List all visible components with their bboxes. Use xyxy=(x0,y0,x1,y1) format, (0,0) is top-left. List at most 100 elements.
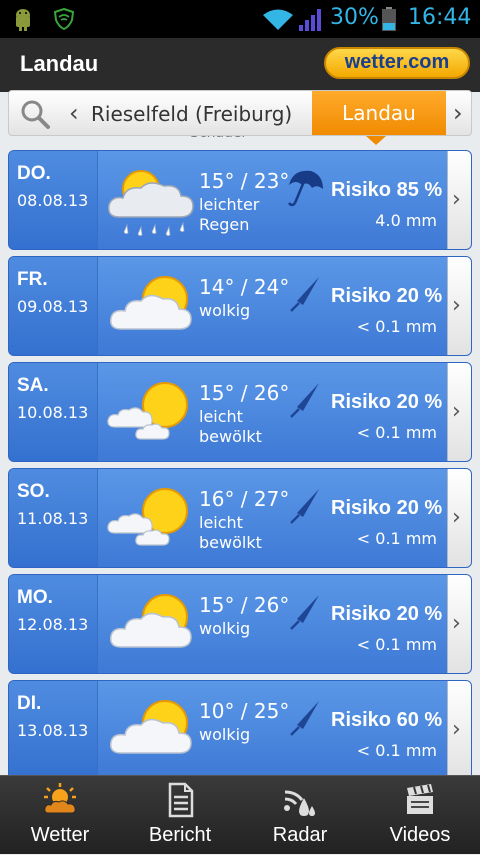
date-column: DI. 13.08.13 xyxy=(9,681,98,775)
precipitation-amount: < 0.1 mm xyxy=(356,635,437,654)
nav-bericht[interactable]: Bericht xyxy=(120,776,240,855)
forecast-day-card[interactable]: SA. 10.08.13 15° / 26° leicht bewölkt Risiko… xyxy=(8,362,472,462)
condition-text: wolkig xyxy=(199,619,251,638)
temperature-range: 16° / 27° xyxy=(199,487,290,511)
nav-label: Radar xyxy=(272,824,328,846)
chevron-right-icon: › xyxy=(452,399,461,424)
nav-label: Wetter xyxy=(30,824,90,846)
date-text: 08.08.13 xyxy=(17,191,89,210)
detail-button[interactable]: › xyxy=(447,257,471,355)
condition-text: leicht bewölkt xyxy=(199,513,262,552)
wifi-icon xyxy=(263,9,293,30)
chevron-right-icon: › xyxy=(452,293,461,318)
precipitation-amount: < 0.1 mm xyxy=(356,317,437,336)
precipitation-amount: < 0.1 mm xyxy=(356,423,437,442)
precipitation-amount: < 0.1 mm xyxy=(356,741,437,760)
partly-cloudy-icon xyxy=(107,488,188,546)
status-bar: 30% 16:44 xyxy=(0,0,480,38)
date-column: MO. 12.08.13 xyxy=(9,575,98,673)
closed-umbrella-icon xyxy=(290,383,319,418)
detail-button[interactable]: › xyxy=(447,469,471,567)
chevron-left-icon[interactable]: ‹ xyxy=(69,99,79,127)
rain-cloud-sun-icon xyxy=(107,170,194,236)
location-selector: ‹ Rieselfeld (Freiburg) Landau › xyxy=(8,90,472,136)
day-name: DI. xyxy=(17,693,42,714)
day-name: SO. xyxy=(17,481,50,502)
date-text: 10.08.13 xyxy=(17,403,89,422)
open-umbrella-icon xyxy=(288,170,323,207)
chevron-right-icon: › xyxy=(452,611,461,636)
nav-radar[interactable]: Radar xyxy=(240,776,360,855)
rain-risk: Risiko 20 % xyxy=(331,391,443,413)
rain-risk: Risiko 60 % xyxy=(331,709,443,731)
nav-label: Bericht xyxy=(148,824,212,846)
date-column: DO. 08.08.13 xyxy=(9,151,98,249)
date-text: 13.08.13 xyxy=(17,721,89,740)
battery-icon xyxy=(382,7,396,31)
closed-umbrella-icon xyxy=(290,489,319,524)
page-title: Landau xyxy=(20,51,99,76)
date-column: SA. 10.08.13 xyxy=(9,363,98,461)
rain-risk: Risiko 20 % xyxy=(331,497,443,519)
precipitation-amount: 4.0 mm xyxy=(375,211,437,230)
nav-videos[interactable]: Videos xyxy=(360,776,480,855)
condition-text: leicht bewölkt xyxy=(199,407,262,446)
rain-risk: Risiko 20 % xyxy=(331,603,443,625)
forecast-day-card[interactable]: DI. 13.08.13 10° / 25° wolkig Risiko 60 % < 0… xyxy=(8,680,472,775)
condition-text: leichter Regen xyxy=(199,195,260,234)
nav-wetter[interactable]: Wetter xyxy=(0,776,120,855)
partly-cloudy-icon xyxy=(107,382,188,440)
chevron-right-icon[interactable]: › xyxy=(453,99,463,127)
detail-button[interactable]: › xyxy=(447,681,471,775)
weather-icon xyxy=(44,783,76,814)
detail-button[interactable]: › xyxy=(447,363,471,461)
cloudy-sun-icon xyxy=(109,276,192,330)
closed-umbrella-icon xyxy=(290,701,319,736)
video-clapper-icon xyxy=(407,784,433,814)
day-name: DO. xyxy=(17,163,51,184)
rain-risk: Risiko 20 % xyxy=(331,285,443,307)
temperature-range: 15° / 26° xyxy=(199,381,290,405)
closed-umbrella-icon xyxy=(290,595,319,630)
clock: 16:44 xyxy=(408,5,472,30)
chevron-right-icon: › xyxy=(452,187,461,212)
forecast-day-card[interactable]: FR. 09.08.13 14° / 24° wolkig Risiko 20 % < 0… xyxy=(8,256,472,356)
android-debug-icon xyxy=(16,9,30,31)
condition-text: wolkig xyxy=(199,725,251,744)
rain-risk: Risiko 85 % xyxy=(331,179,443,201)
nav-label: Videos xyxy=(389,824,451,846)
forecast-day-card[interactable]: DO. 08.08.13 15° / 23° leichter Regen Risiko… xyxy=(8,150,472,250)
location-pointer xyxy=(366,136,386,145)
temperature-range: 15° / 26° xyxy=(199,593,290,617)
day-name: FR. xyxy=(17,269,48,290)
cloudy-sun-icon xyxy=(109,594,192,648)
search-icon[interactable] xyxy=(19,98,51,130)
precipitation-amount: < 0.1 mm xyxy=(356,529,437,548)
location-previous[interactable]: Rieselfeld (Freiburg) xyxy=(91,102,292,126)
forecast-day-card[interactable]: MO. 12.08.13 15° / 26° wolkig Risiko 20 % < 0… xyxy=(8,574,472,674)
date-text: 11.08.13 xyxy=(17,509,89,528)
date-column: SO. 11.08.13 xyxy=(9,469,98,567)
app-bar: Landau wetter.com xyxy=(0,38,480,92)
shield-icon xyxy=(54,8,74,30)
temperature-range: 10° / 25° xyxy=(199,699,290,723)
closed-umbrella-icon xyxy=(290,277,319,312)
location-current[interactable]: Landau xyxy=(312,91,446,135)
date-text: 09.08.13 xyxy=(17,297,89,316)
forecast-list[interactable]: DO. 08.08.13 15° / 23° leichter Regen Risiko… xyxy=(0,150,480,775)
date-column: FR. 09.08.13 xyxy=(9,257,98,355)
chevron-right-icon: › xyxy=(452,717,461,742)
wetter-com-logo[interactable]: wetter.com xyxy=(324,47,470,79)
temperature-range: 15° / 23° xyxy=(199,169,290,193)
day-name: SA. xyxy=(17,375,49,396)
chevron-right-icon: › xyxy=(452,505,461,530)
report-icon xyxy=(168,782,194,818)
cloudy-sun-icon xyxy=(109,700,192,754)
temperature-range: 14° / 24° xyxy=(199,275,290,299)
day-name: MO. xyxy=(17,587,53,608)
forecast-day-card[interactable]: SO. 11.08.13 16° / 27° leicht bewölkt Risiko… xyxy=(8,468,472,568)
detail-button[interactable]: › xyxy=(447,575,471,673)
signal-icon xyxy=(299,9,321,31)
condition-text: wolkig xyxy=(199,301,251,320)
detail-button[interactable]: › xyxy=(447,151,471,249)
